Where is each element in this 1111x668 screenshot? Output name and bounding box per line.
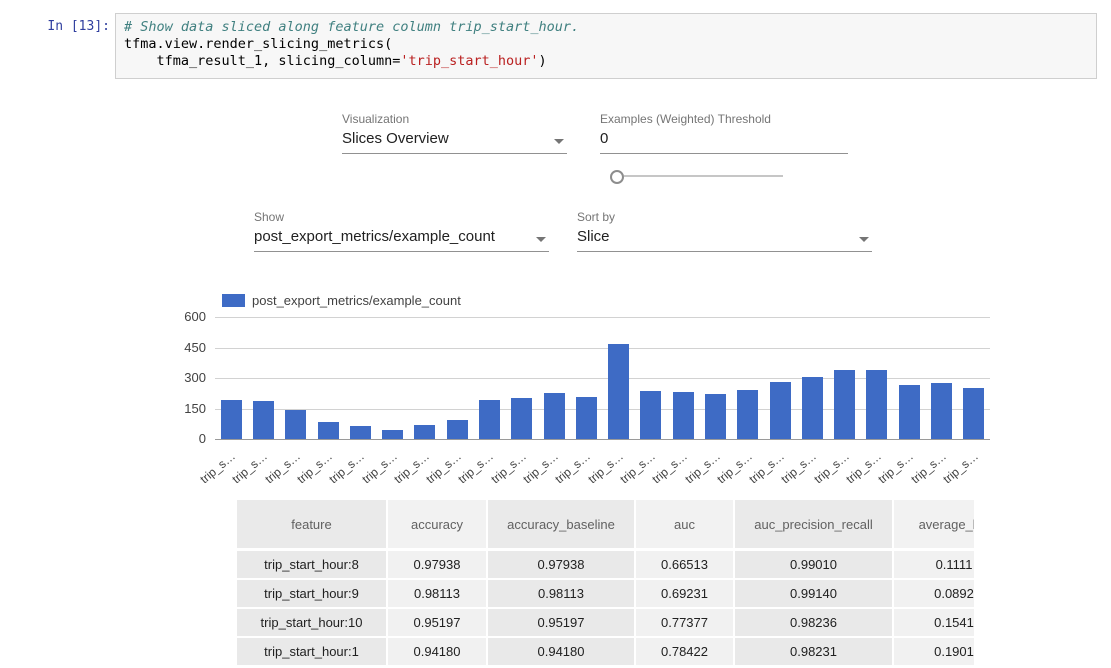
metric-cell: 0.95197	[488, 609, 634, 636]
metric-cell: 0.97938	[488, 551, 634, 578]
gridline	[215, 348, 990, 349]
metric-cell: 0.94180	[388, 638, 486, 665]
table-row: trip_start_hour:90.981130.981130.692310.…	[237, 580, 974, 607]
metric-cell: 0.69231	[636, 580, 733, 607]
show-value: post_export_metrics/example_count	[254, 228, 495, 245]
sort-dropdown[interactable]: Slice	[577, 228, 872, 252]
code-line: tfma_result_1, slicing_column='trip_star…	[124, 53, 1088, 70]
metric-cell: 0.95197	[388, 609, 486, 636]
gridline	[215, 317, 990, 318]
column-header: average_los	[894, 500, 974, 548]
bar-23[interactable]	[963, 388, 984, 439]
metrics-table: featureaccuracyaccuracy_baselineaucauc_p…	[237, 500, 974, 668]
y-axis-tick: 0	[158, 431, 206, 446]
bar-18[interactable]	[802, 377, 823, 439]
bar-3[interactable]	[318, 422, 339, 439]
bar-6[interactable]	[414, 425, 435, 439]
slices-bar-chart: 0150300450600trip_s…trip_s…trip_s…trip_s…	[215, 310, 990, 485]
metric-cell: 0.98236	[735, 609, 892, 636]
show-label: Show	[254, 210, 284, 224]
column-header: feature	[237, 500, 386, 548]
bar-9[interactable]	[511, 398, 532, 439]
visualization-label: Visualization	[342, 112, 409, 126]
visualization-dropdown[interactable]: Slices Overview	[342, 130, 567, 154]
sort-label: Sort by	[577, 210, 615, 224]
metric-cell: 0.77377	[636, 609, 733, 636]
bar-10[interactable]	[544, 393, 565, 439]
code-editor[interactable]: # Show data sliced along feature column …	[115, 13, 1097, 79]
chevron-down-icon	[554, 139, 564, 144]
bar-8[interactable]	[479, 400, 500, 439]
metric-cell: 0.99010	[735, 551, 892, 578]
metric-cell: 0.0892	[894, 580, 974, 607]
metric-cell: 0.98231	[735, 638, 892, 665]
bar-17[interactable]	[770, 382, 791, 439]
table-row: trip_start_hour:80.979380.979380.665130.…	[237, 551, 974, 578]
code-comment: # Show data sliced along feature column …	[124, 19, 579, 35]
visualization-value: Slices Overview	[342, 130, 449, 147]
metric-cell: 0.94180	[488, 638, 634, 665]
feature-cell: trip_start_hour:8	[237, 551, 386, 578]
threshold-label: Examples (Weighted) Threshold	[600, 112, 771, 126]
metric-cell: 0.1111	[894, 551, 974, 578]
code-string: 'trip_start_hour'	[400, 53, 538, 69]
metric-cell: 0.98113	[488, 580, 634, 607]
column-header: auc_precision_recall	[735, 500, 892, 548]
metric-cell: 0.78422	[636, 638, 733, 665]
gridline	[215, 439, 990, 440]
slider-track	[624, 175, 783, 177]
metric-cell: 0.1901	[894, 638, 974, 665]
y-axis-tick: 300	[158, 370, 206, 385]
table-header-row: featureaccuracyaccuracy_baselineaucauc_p…	[237, 500, 974, 548]
bar-19[interactable]	[834, 370, 855, 439]
legend-swatch	[222, 294, 245, 307]
metric-cell: 0.98113	[388, 580, 486, 607]
sort-value: Slice	[577, 228, 610, 245]
bar-0[interactable]	[221, 400, 242, 439]
bar-21[interactable]	[899, 385, 920, 439]
bar-2[interactable]	[285, 410, 306, 439]
feature-cell: trip_start_hour:10	[237, 609, 386, 636]
bar-12[interactable]	[608, 344, 629, 439]
bar-14[interactable]	[673, 392, 694, 439]
show-dropdown[interactable]: post_export_metrics/example_count	[254, 228, 549, 252]
table-row: trip_start_hour:100.951970.951970.773770…	[237, 609, 974, 636]
bar-16[interactable]	[737, 390, 758, 439]
column-header: accuracy	[388, 500, 486, 548]
chevron-down-icon	[859, 237, 869, 242]
metric-cell: 0.66513	[636, 551, 733, 578]
bar-4[interactable]	[350, 426, 371, 439]
metric-cell: 0.1541	[894, 609, 974, 636]
bar-22[interactable]	[931, 383, 952, 439]
feature-cell: trip_start_hour:9	[237, 580, 386, 607]
bar-15[interactable]	[705, 394, 726, 439]
input-prompt: In [13]:	[28, 19, 110, 34]
bar-11[interactable]	[576, 397, 597, 439]
metric-cell: 0.99140	[735, 580, 892, 607]
bar-20[interactable]	[866, 370, 887, 439]
threshold-input[interactable]: 0	[600, 130, 848, 154]
y-axis-tick: 600	[158, 309, 206, 324]
slider-knob[interactable]	[610, 170, 624, 184]
code-line: # Show data sliced along feature column …	[124, 19, 1088, 36]
metric-cell: 0.97938	[388, 551, 486, 578]
chevron-down-icon	[536, 237, 546, 242]
legend-label: post_export_metrics/example_count	[252, 293, 461, 308]
bar-5[interactable]	[382, 430, 403, 439]
feature-cell: trip_start_hour:1	[237, 638, 386, 665]
table-row: trip_start_hour:10.941800.941800.784220.…	[237, 638, 974, 665]
bar-13[interactable]	[640, 391, 661, 439]
bar-1[interactable]	[253, 401, 274, 439]
code-line: tfma.view.render_slicing_metrics(	[124, 36, 1088, 53]
y-axis-tick: 450	[158, 340, 206, 355]
y-axis-tick: 150	[158, 401, 206, 416]
column-header: accuracy_baseline	[488, 500, 634, 548]
column-header: auc	[636, 500, 733, 548]
threshold-value: 0	[600, 130, 608, 147]
bar-7[interactable]	[447, 420, 468, 439]
